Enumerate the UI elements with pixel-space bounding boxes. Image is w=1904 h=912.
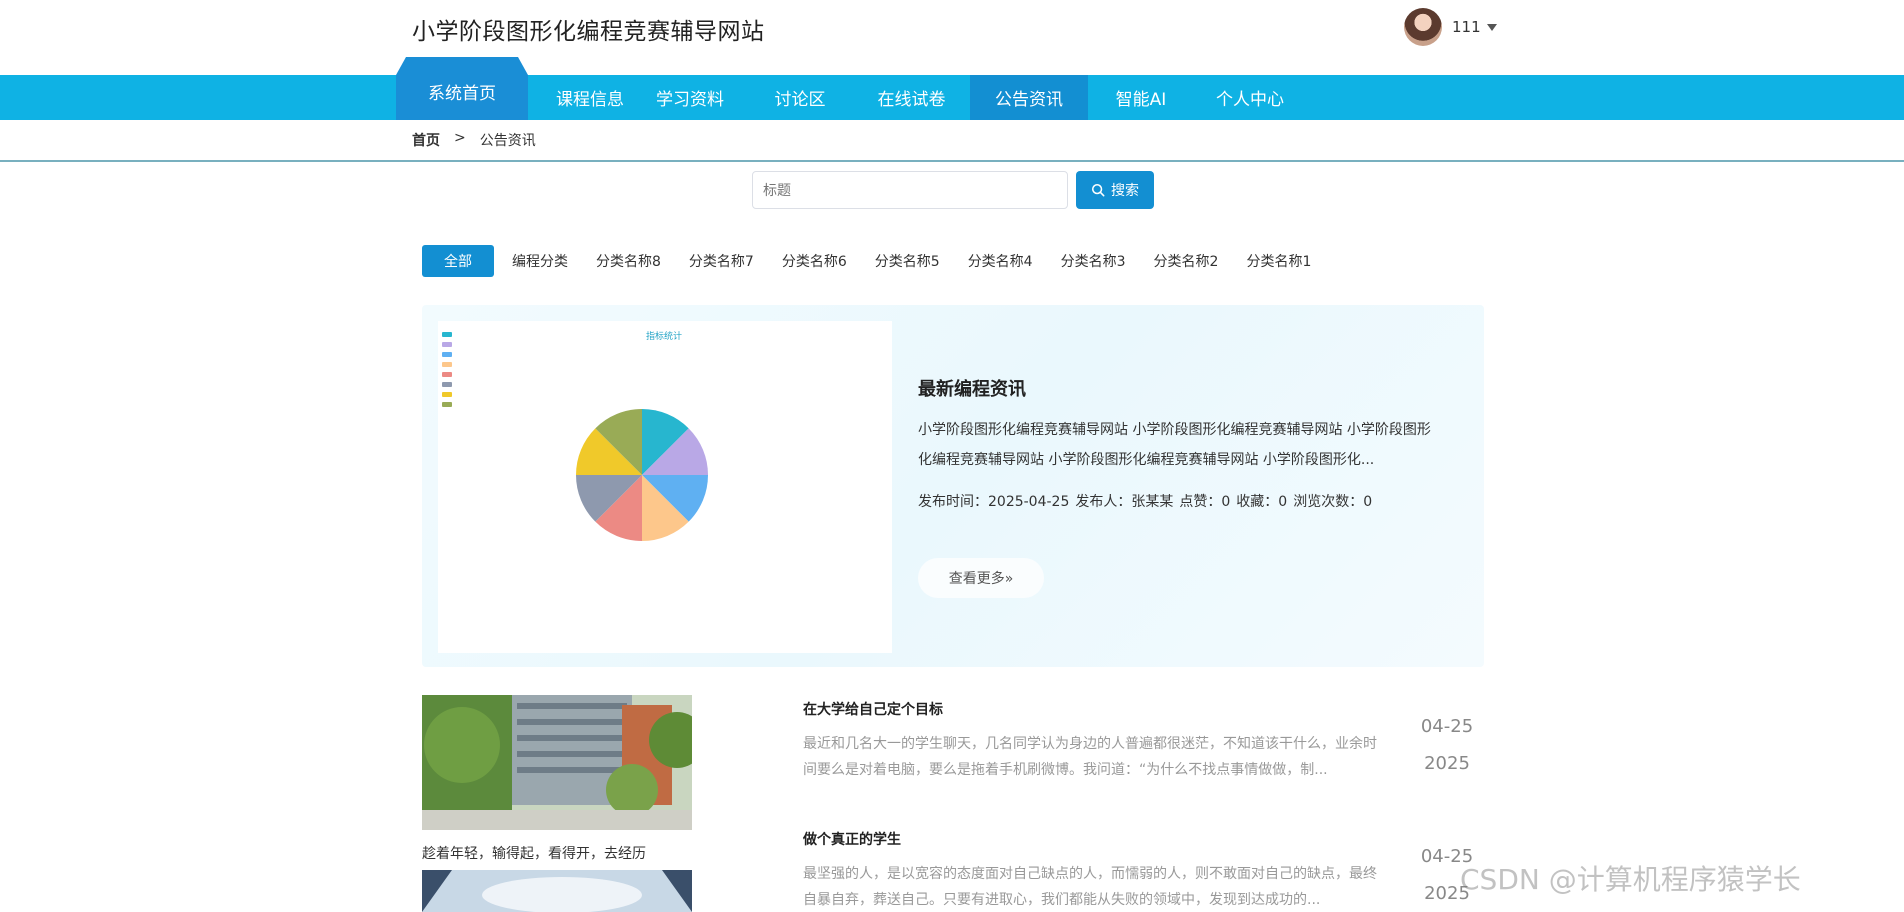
breadcrumb-separator: > (454, 130, 466, 146)
category-item[interactable]: 分类名称7 (675, 245, 768, 277)
list-item[interactable]: 做个真正的学生 最坚强的人，是以宽容的态度面对自己缺点的人，而懦弱的人，则不敢面… (803, 829, 1378, 912)
avatar[interactable] (1404, 8, 1442, 46)
category-item[interactable]: 分类名称3 (1047, 245, 1140, 277)
meta-publish-time: 发布时间：2025-04-25 (918, 494, 1070, 510)
main-nav: 课程信息 学习资料 讨论区 在线试卷 公告资讯 智能AI 个人中心 (0, 75, 1904, 120)
nav-item-news[interactable]: 公告资讯 (970, 75, 1088, 120)
nav-item-home[interactable]: 系统首页 (396, 57, 528, 120)
legend-swatch (442, 362, 452, 367)
category-item[interactable]: 分类名称5 (861, 245, 954, 277)
search-input[interactable] (752, 171, 1068, 209)
featured-title[interactable]: 最新编程资讯 (918, 375, 1026, 401)
legend-swatch (442, 402, 452, 407)
category-all[interactable]: 全部 (422, 245, 494, 277)
search-button[interactable]: 搜索 (1076, 171, 1154, 209)
featured-description: 小学阶段图形化编程竞赛辅导网站 小学阶段图形化编程竞赛辅导网站 小学阶段图形化编… (918, 422, 1431, 468)
meta-favorites: 收藏：0 (1236, 494, 1288, 510)
nav-item-profile[interactable]: 个人中心 (1194, 75, 1306, 120)
legend-swatch (442, 382, 452, 387)
username[interactable]: 111 (1452, 18, 1481, 36)
search-button-label: 搜索 (1111, 183, 1139, 199)
header: 小学阶段图形化编程竞赛辅导网站 111 (0, 0, 1904, 75)
campus-sky-image (422, 870, 692, 912)
meta-likes: 点赞：0 (1179, 494, 1231, 510)
featured-meta: 发布时间：2025-04-25 发布人：张某某 点赞：0 收藏：0 浏览次数：0 (918, 491, 1372, 511)
category-item[interactable]: 分类名称1 (1232, 245, 1325, 277)
legend-swatch (442, 342, 452, 347)
news-title[interactable]: 做个真正的学生 (803, 829, 1378, 849)
legend-swatch (442, 352, 452, 357)
breadcrumb-divider (0, 160, 1904, 162)
legend-swatch (442, 372, 452, 377)
featured-image[interactable]: 指标统计 (438, 321, 892, 653)
meta-views: 浏览次数：0 (1293, 494, 1373, 510)
category-filter: 全部 编程分类 分类名称8 分类名称7 分类名称6 分类名称5 分类名称4 分类… (422, 245, 1325, 277)
category-item[interactable]: 编程分类 (498, 245, 582, 277)
legend-swatch (442, 392, 452, 397)
news-image-caption[interactable]: 趁着年轻，输得起，看得开，去经历 (422, 843, 646, 863)
breadcrumb: 首页 > 公告资讯 (412, 130, 536, 150)
nav-item-forum[interactable]: 讨论区 (750, 75, 850, 120)
category-item[interactable]: 分类名称6 (768, 245, 861, 277)
pie-chart-image: 指标统计 (442, 330, 708, 541)
news-date-month-day: 04-25 (1420, 716, 1474, 737)
search-icon (1091, 183, 1105, 197)
nav-item-materials[interactable]: 学习资料 (630, 75, 750, 120)
breadcrumb-home[interactable]: 首页 (412, 130, 440, 150)
chart-legend (442, 332, 452, 407)
view-more-button[interactable]: 查看更多» (918, 558, 1044, 598)
news-summary: 最近和几名大一的学生聊天，几名同学认为身边的人普遍都很迷茫，不知道该干什么，业余… (803, 736, 1377, 778)
news-date: 04-25 2025 (1404, 708, 1490, 782)
nav-item-exam[interactable]: 在线试卷 (855, 75, 968, 120)
breadcrumb-current: 公告资讯 (479, 133, 536, 149)
category-item[interactable]: 分类名称4 (954, 245, 1047, 277)
legend-swatch (442, 332, 452, 337)
campus-building-image (422, 695, 692, 830)
list-item[interactable]: 在大学给自己定个目标 最近和几名大一的学生聊天，几名同学认为身边的人普遍都很迷茫… (803, 699, 1378, 783)
user-menu[interactable]: 111 (1404, 8, 1497, 46)
watermark: CSDN @计算机程序猿学长 (1460, 863, 1801, 896)
category-item[interactable]: 分类名称8 (582, 245, 675, 277)
news-image[interactable] (422, 695, 692, 830)
nav-item-ai[interactable]: 智能AI (1088, 75, 1194, 120)
news-date-year: 2025 (1424, 753, 1470, 774)
featured-news[interactable]: 指标统计 最新编程资讯 小学阶段图形化编程竞赛辅导网站 小学阶段图形化编程竞赛辅… (422, 305, 1484, 667)
meta-author: 发布人：张某某 (1075, 494, 1174, 510)
caret-down-icon[interactable] (1486, 23, 1497, 31)
news-summary: 最坚强的人，是以宽容的态度面对自己缺点的人，而懦弱的人，则不敢面对自己的缺点，最… (803, 866, 1377, 908)
category-item[interactable]: 分类名称2 (1140, 245, 1233, 277)
chart-slices (576, 409, 708, 541)
site-title: 小学阶段图形化编程竞赛辅导网站 (412, 19, 765, 45)
news-title[interactable]: 在大学给自己定个目标 (803, 699, 1378, 719)
news-image[interactable] (422, 870, 692, 912)
chart-title: 指标统计 (646, 330, 682, 342)
